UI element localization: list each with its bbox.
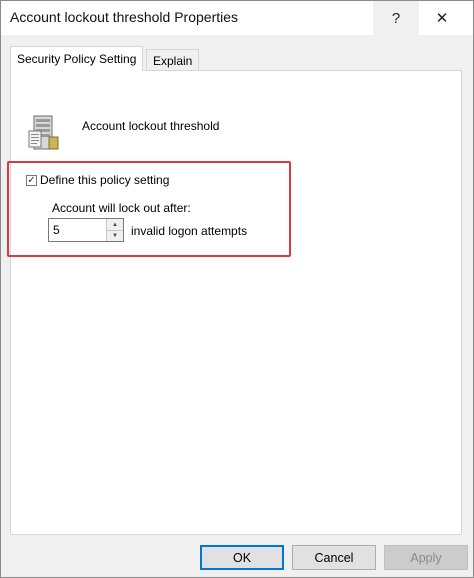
tab-explain[interactable]: Explain xyxy=(146,49,200,71)
spin-down-button[interactable]: ▼ xyxy=(107,230,123,241)
title-bar: Account lockout threshold Properties ? ✕ xyxy=(1,1,473,35)
define-policy-label[interactable]: Define this policy setting xyxy=(40,173,169,187)
policy-name: Account lockout threshold xyxy=(82,119,220,133)
tab-panel: Account lockout threshold ✓ Define this … xyxy=(7,70,462,535)
tab-security-policy-setting[interactable]: Security Policy Setting xyxy=(10,46,144,71)
window-title: Account lockout threshold Properties xyxy=(10,9,239,25)
properties-dialog: Account lockout threshold Properties ? ✕… xyxy=(0,0,474,578)
lockout-label: Account will lock out after: xyxy=(52,201,191,215)
help-icon: ? xyxy=(391,9,401,27)
server-policy-icon xyxy=(28,115,59,150)
attempts-input[interactable]: 5 xyxy=(53,223,60,237)
close-button[interactable]: ✕ xyxy=(419,1,465,35)
chevron-up-icon: ▲ xyxy=(112,221,118,228)
chevron-down-icon: ▼ xyxy=(112,232,118,239)
dialog-body: Security Policy Setting Explain Account … xyxy=(1,35,473,577)
spin-buttons: ▲ ▼ xyxy=(106,219,123,241)
ok-button[interactable]: OK xyxy=(200,545,284,570)
help-button[interactable]: ? xyxy=(373,1,419,35)
attempts-unit-label: invalid logon attempts xyxy=(131,224,248,238)
cancel-button[interactable]: Cancel xyxy=(292,545,376,570)
checkmark-icon: ✓ xyxy=(27,174,36,186)
apply-button[interactable]: Apply xyxy=(384,545,468,570)
close-icon: ✕ xyxy=(435,10,449,27)
define-policy-checkbox[interactable]: ✓ xyxy=(26,175,37,186)
attempts-spinbox[interactable]: 5 ▲ ▼ xyxy=(48,218,124,242)
